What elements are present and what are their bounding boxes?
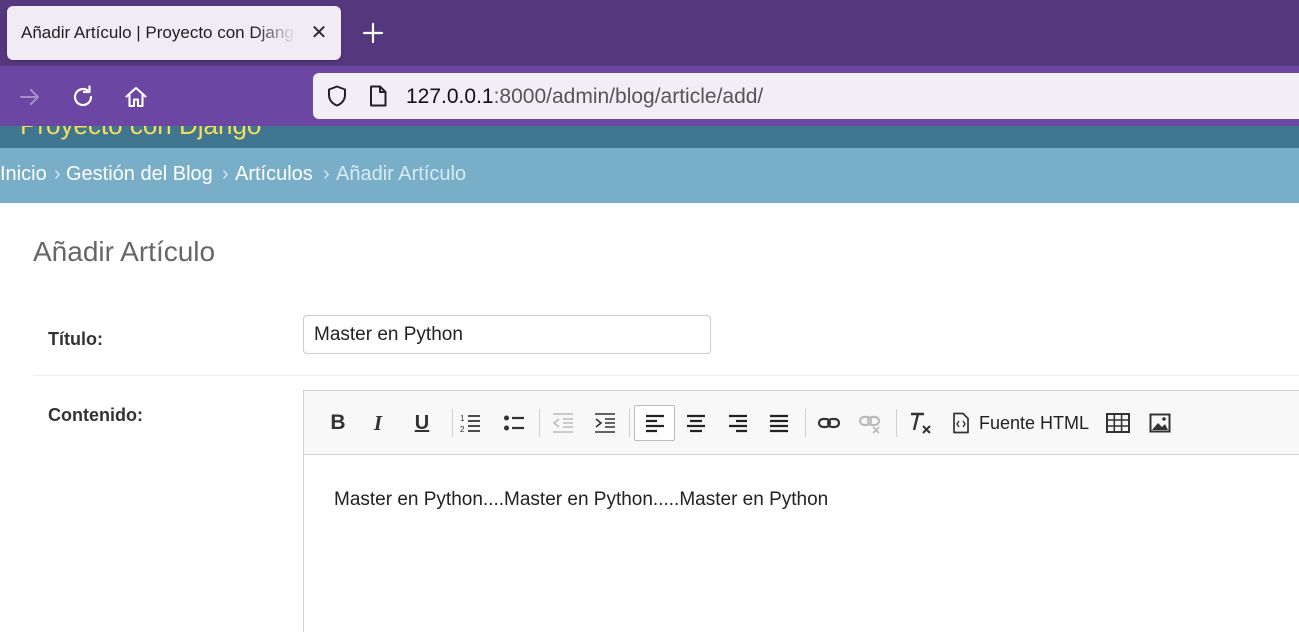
toolbar-separator [539,409,540,437]
titulo-input[interactable] [303,315,711,354]
url-host: 127.0.0.1 [406,85,494,108]
browser-tab-strip: Añadir Artículo | Proyecto con Django ✕ [0,0,1299,66]
italic-icon: I [373,410,383,435]
toolbar-separator [805,409,806,437]
svg-text:1: 1 [460,414,465,423]
unlink-icon [858,415,881,434]
site-header: Proyecto con Django [0,126,1299,148]
reload-icon[interactable] [70,84,96,110]
image-icon [1149,413,1171,433]
new-tab-icon[interactable] [361,21,385,45]
numbered-list-icon: 1 2 [460,414,480,434]
url-text[interactable]: 127.0.0.1:8000/admin/blog/article/add/ [406,85,763,109]
breadcrumb-articulos[interactable]: Artículos [235,163,313,186]
shield-icon[interactable] [325,84,349,108]
justify-button[interactable] [760,405,798,441]
image-button[interactable] [1141,405,1179,441]
align-right-button[interactable] [719,405,757,441]
breadcrumb: Inicio › Gestión del Blog › Artículos › … [0,148,1299,203]
indent-button[interactable] [586,405,624,441]
italic-button[interactable]: I [359,405,397,441]
breadcrumb-separator: › [222,163,229,185]
breadcrumb-separator: › [323,163,330,185]
tab-title: Añadir Artículo | Proyecto con Django [21,23,296,42]
toolbar-separator [896,409,897,437]
indent-icon [595,413,615,433]
browser-tab[interactable]: Añadir Artículo | Proyecto con Django ✕ [7,6,341,60]
page-title: Añadir Artículo [33,236,216,267]
bold-button[interactable]: B [319,405,357,441]
rich-text-editor: B I U 1 2 Fuente HTML Master en Python..… [303,390,1299,632]
numbered-list-button[interactable]: 1 2 [451,405,489,441]
bullet-list-icon [504,415,524,431]
outdent-button[interactable] [544,405,582,441]
underline-icon: U [414,411,430,434]
breadcrumb-inicio[interactable]: Inicio [0,163,47,186]
address-bar[interactable]: 127.0.0.1:8000/admin/blog/article/add/ [313,73,1299,119]
align-center-icon [687,414,705,433]
underline-button[interactable]: U [403,405,441,441]
site-title[interactable]: Proyecto con Django [20,126,261,141]
outdent-icon [552,413,573,433]
row-divider [33,375,1299,376]
link-button[interactable] [810,405,848,441]
page-icon[interactable] [367,84,389,108]
source-html-label: Fuente HTML [979,412,1090,433]
link-icon [817,417,841,429]
contenido-label: Contenido: [48,405,143,425]
url-path: :8000/admin/blog/article/add/ [493,85,764,108]
table-button[interactable] [1099,405,1137,441]
forward-arrow-icon[interactable] [17,84,43,110]
table-icon [1106,413,1130,433]
bold-icon: B [330,411,346,434]
source-html-button[interactable]: Fuente HTML [946,405,1096,441]
breadcrumb-gestion-blog[interactable]: Gestión del Blog [66,163,213,186]
breadcrumb-separator: › [54,163,61,185]
remove-format-button[interactable] [901,405,939,441]
editor-content[interactable]: Master en Python....Master en Python....… [334,489,828,511]
bullet-list-button[interactable] [495,405,533,441]
align-center-button[interactable] [677,405,715,441]
breadcrumb-current: Añadir Artículo [336,163,467,185]
editor-toolbar: B I U 1 2 Fuente HTML [304,391,1299,455]
source-code-icon [953,412,969,434]
unlink-button[interactable] [851,405,889,441]
align-left-icon [645,414,664,433]
svg-text:2: 2 [460,425,465,434]
titulo-label: Título: [48,329,103,349]
align-right-icon [729,414,747,433]
remove-format-icon [911,412,931,434]
home-icon[interactable] [123,84,149,110]
justify-icon [770,414,788,433]
close-tab-icon[interactable]: ✕ [309,23,329,43]
toolbar-separator [629,409,630,437]
align-left-button[interactable] [634,405,675,441]
